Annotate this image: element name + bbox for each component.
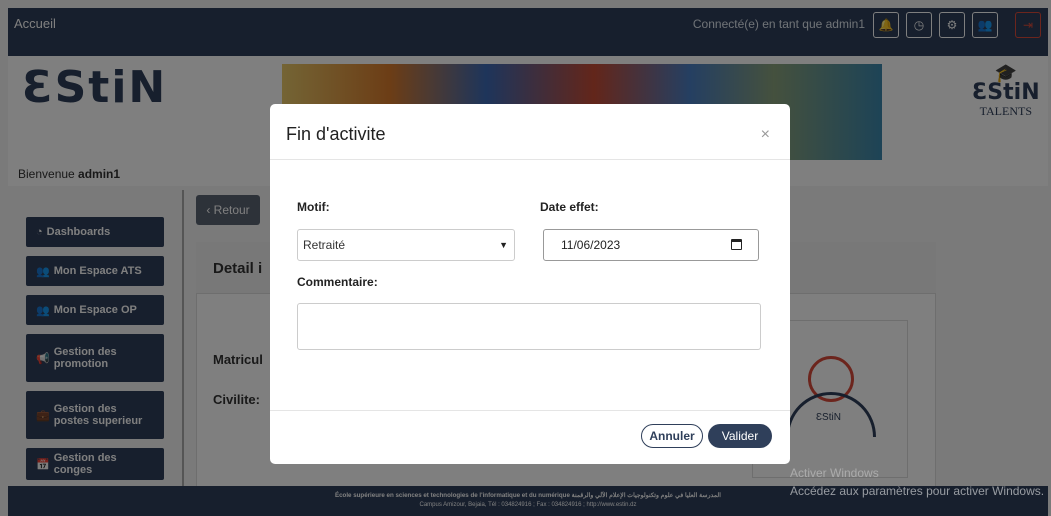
chevron-down-icon: ▼ (499, 240, 508, 250)
motif-select-value: Retraité (303, 238, 346, 252)
windows-watermark-title: Activer Windows (790, 466, 879, 480)
cancel-button[interactable]: Annuler (641, 424, 703, 448)
modal-footer-divider (270, 410, 790, 411)
close-icon[interactable]: × (761, 126, 770, 144)
motif-label: Motif: (297, 200, 330, 214)
date-effet-input[interactable]: 11/06/2023 (543, 229, 759, 261)
commentaire-textarea[interactable] (297, 303, 761, 350)
modal-title: Fin d'activite (286, 124, 386, 144)
commentaire-label: Commentaire: (297, 275, 378, 289)
calendar-icon[interactable] (731, 239, 742, 250)
windows-watermark-text: Accédez aux paramètres pour activer Wind… (790, 484, 1045, 498)
date-effet-label: Date effet: (540, 200, 599, 214)
confirm-button[interactable]: Valider (708, 424, 772, 448)
modal-header-divider (270, 159, 790, 160)
fin-activite-modal: Fin d'activite × Motif: Date effet: Retr… (270, 104, 790, 464)
motif-select[interactable]: Retraité ▼ (297, 229, 515, 261)
date-effet-value: 11/06/2023 (561, 238, 621, 252)
